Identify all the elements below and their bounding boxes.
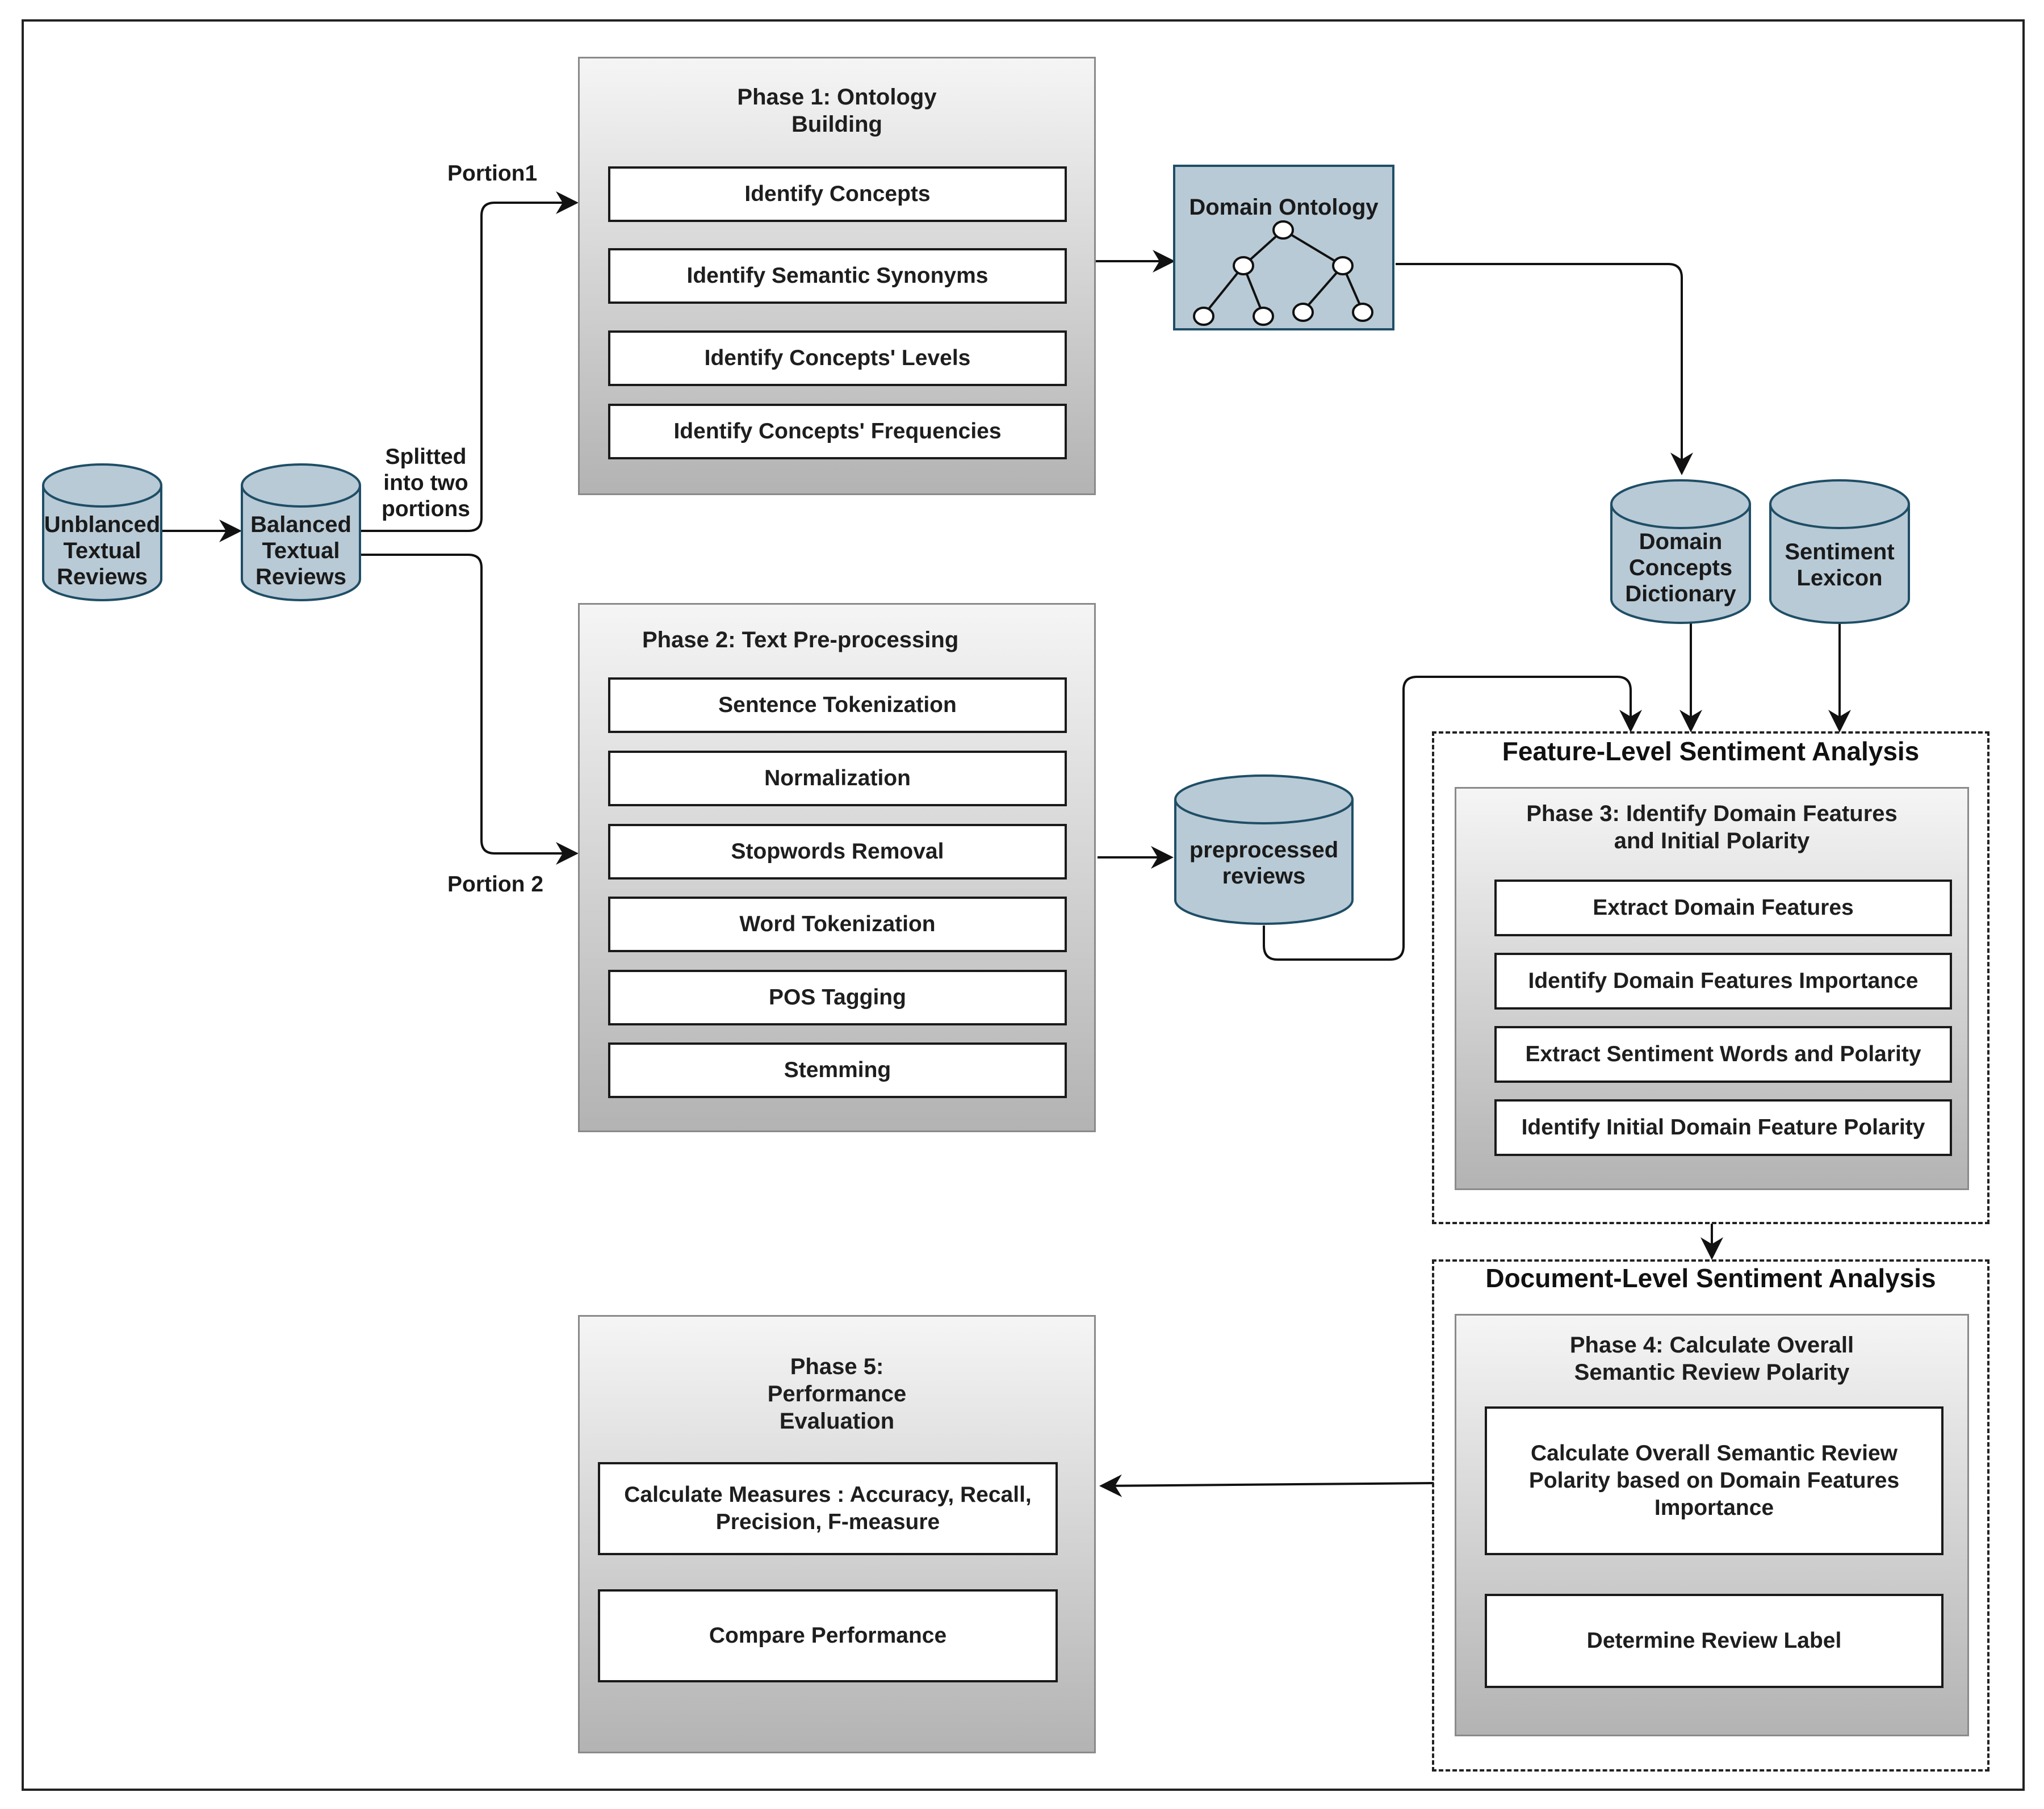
- document-level-title: Document-Level Sentiment Analysis: [1485, 1263, 1936, 1293]
- feature-level-group: Feature-Level Sentiment Analysis Phase 3…: [1432, 731, 1989, 1224]
- phase5-box: Phase 5: Performance Evaluation Calculat…: [578, 1315, 1096, 1753]
- phase4-title: Phase 4: Calculate Overall Semantic Revi…: [1569, 1333, 1854, 1385]
- database-unbalanced-label: Unblanced Textual Reviews: [44, 512, 161, 589]
- phase1-step: Identify Concepts: [608, 166, 1067, 222]
- portion2-label: Portion 2: [447, 872, 544, 897]
- phase2-box: Phase 2: Text Pre-processing Sentence To…: [578, 603, 1096, 1132]
- database-balanced-label: Balanced Textual Reviews: [250, 512, 351, 589]
- phase4-step: Determine Review Label: [1485, 1594, 1944, 1688]
- phase2-title: Phase 2: Text Pre-processing: [642, 627, 959, 652]
- phase2-step: Stopwords Removal: [608, 824, 1067, 880]
- phase3-step: Extract Domain Features: [1494, 880, 1952, 936]
- phase5-title: Phase 5: Performance Evaluation: [767, 1354, 907, 1434]
- feature-level-title: Feature-Level Sentiment Analysis: [1502, 736, 1920, 766]
- database-lexicon-label: Sentiment Lexicon: [1785, 539, 1895, 591]
- database-dictionary-label: Domain Concepts Dictionary: [1625, 529, 1736, 606]
- phase4-step: Calculate Overall Semantic Review Polari…: [1485, 1406, 1944, 1555]
- phase4-box: Phase 4: Calculate Overall Semantic Revi…: [1455, 1314, 1969, 1736]
- phase2-step: Normalization: [608, 751, 1067, 806]
- phase3-step: Extract Sentiment Words and Polarity: [1494, 1026, 1952, 1083]
- portion1-label: Portion1: [447, 161, 538, 186]
- phase1-step: Identify Concepts' Frequencies: [608, 404, 1067, 459]
- phase2-step: Sentence Tokenization: [608, 677, 1067, 733]
- phase2-step: POS Tagging: [608, 970, 1067, 1025]
- domain-ontology-label: Domain Ontology: [1189, 195, 1379, 220]
- phase3-title: Phase 3: Identify Domain Features and In…: [1526, 801, 1898, 853]
- phase1-step: Identify Semantic Synonyms: [608, 248, 1067, 304]
- phase3-step: Identify Domain Features Importance: [1494, 953, 1952, 1010]
- phase2-step: Word Tokenization: [608, 897, 1067, 952]
- phase5-step: Compare Performance: [598, 1589, 1058, 1682]
- split-label: Splitted into two portions: [382, 445, 470, 521]
- phase3-box: Phase 3: Identify Domain Features and In…: [1455, 787, 1969, 1190]
- phase1-box: Phase 1: Ontology Building Identify Conc…: [578, 57, 1096, 495]
- document-level-group: Document-Level Sentiment Analysis Phase …: [1432, 1259, 1989, 1772]
- phase5-step: Calculate Measures : Accuracy, Recall, P…: [598, 1462, 1058, 1555]
- phase1-title: Phase 1: Ontology Building: [737, 85, 937, 137]
- database-preprocessed-label: preprocessed reviews: [1189, 838, 1339, 889]
- phase2-step: Stemming: [608, 1042, 1067, 1098]
- phase3-step: Identify Initial Domain Feature Polarity: [1494, 1099, 1952, 1156]
- phase1-step: Identify Concepts' Levels: [608, 330, 1067, 386]
